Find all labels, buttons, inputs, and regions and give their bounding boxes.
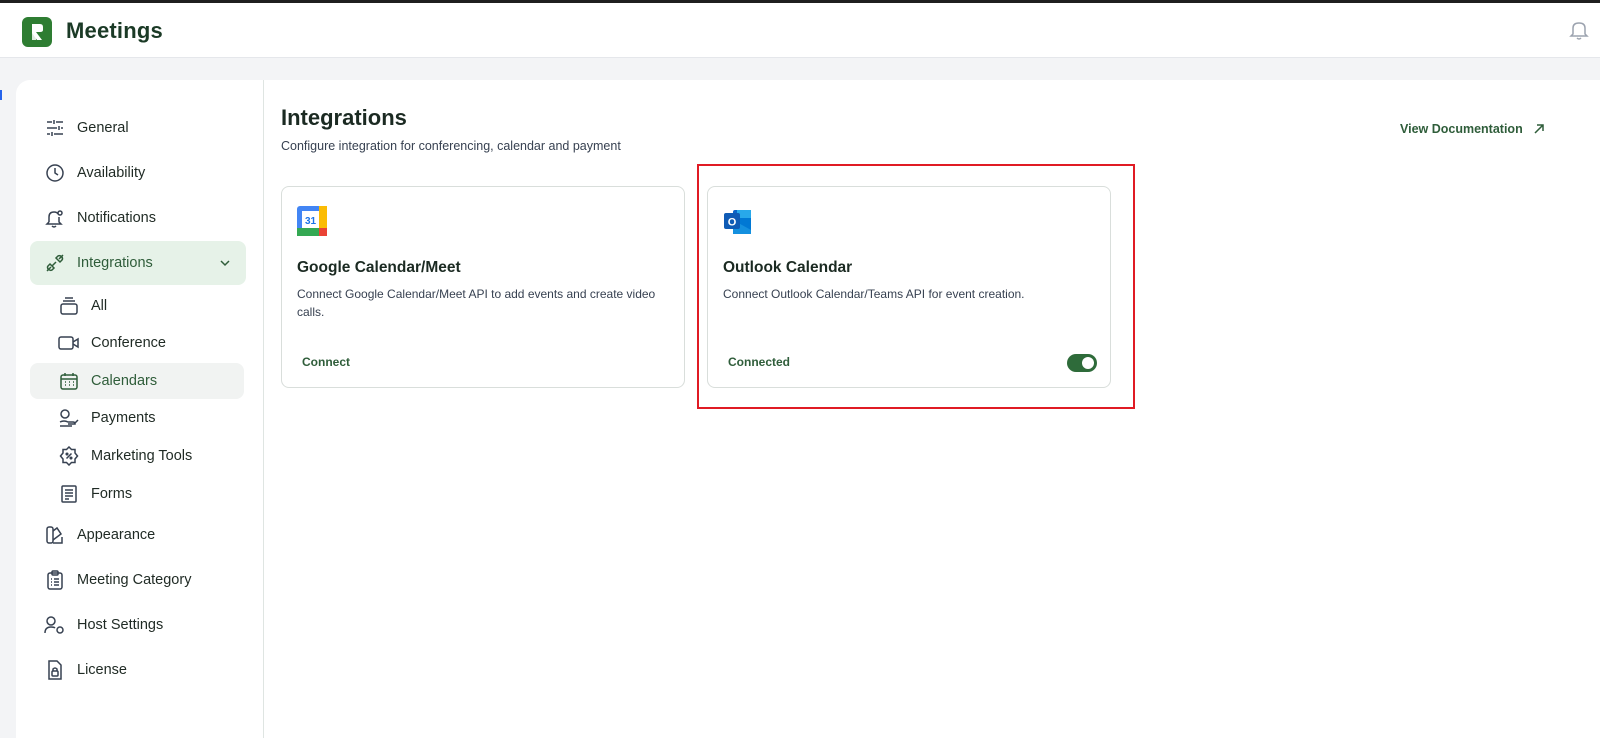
window-edge-marker: [0, 90, 2, 100]
submenu-item-label: Calendars: [91, 373, 158, 389]
connect-button[interactable]: Connect: [302, 355, 350, 369]
sidebar-item-label: General: [77, 120, 129, 136]
user-settings-icon: [44, 614, 66, 636]
view-documentation-link[interactable]: View Documentation: [1400, 122, 1545, 136]
sidebar-item-appearance[interactable]: Appearance: [30, 513, 246, 557]
sidebar-item-label: Availability: [77, 165, 146, 181]
svg-text:31: 31: [305, 216, 317, 227]
sidebar-item-label: Integrations: [77, 255, 153, 271]
google-calendar-icon: 31: [297, 206, 327, 236]
submenu-item-label: Marketing Tools: [91, 448, 193, 464]
page-title: Integrations: [281, 105, 407, 130]
sidebar-item-label: Host Settings: [77, 617, 164, 633]
chevron-down-icon[interactable]: [218, 256, 232, 270]
app-header: Meetings: [0, 3, 1600, 58]
sidebar-item-general[interactable]: General: [30, 106, 246, 150]
calendar-icon: [58, 370, 80, 392]
page-subtitle: Configure integration for conferencing, …: [281, 139, 621, 153]
submenu-item-forms[interactable]: Forms: [30, 476, 244, 512]
sidebar-item-label: Meeting Category: [77, 572, 192, 588]
sidebar-item-label: Notifications: [77, 210, 156, 226]
sidebar-item-host-settings[interactable]: Host Settings: [30, 603, 246, 647]
form-icon: [58, 483, 80, 505]
app-logo-icon: [22, 17, 52, 47]
video-icon: [58, 332, 80, 354]
outlook-icon: O: [723, 206, 753, 236]
sidebar-item-notifications[interactable]: Notifications: [30, 196, 246, 240]
sidebar-item-label: License: [77, 662, 127, 678]
svg-text:O: O: [728, 217, 737, 229]
sidebar-item-meeting-category[interactable]: Meeting Category: [30, 558, 246, 602]
lock-file-icon: [44, 659, 66, 681]
clock-icon: [44, 162, 66, 184]
submenu-item-label: All: [91, 298, 108, 314]
bell-icon: [44, 207, 66, 229]
notification-bell-icon[interactable]: [1568, 19, 1590, 41]
integration-card-outlook-calendar: O Outlook Calendar Connect Outlook Calen…: [707, 186, 1111, 388]
submenu-item-conference[interactable]: Conference: [30, 325, 244, 361]
toggle-knob: [1082, 357, 1094, 369]
integration-card-google-calendar: 31 Google Calendar/Meet Connect Google C…: [281, 186, 685, 388]
external-link-arrow-icon: [1534, 124, 1544, 134]
card-description: Connect Outlook Calendar/Teams API for e…: [723, 287, 1025, 301]
submenu-item-calendars[interactable]: Calendars: [30, 363, 244, 399]
submenu-item-marketing-tools[interactable]: Marketing Tools: [30, 438, 244, 474]
view-documentation-label: View Documentation: [1400, 122, 1523, 136]
sidebar-item-label: Appearance: [77, 527, 156, 543]
stack-icon: [58, 295, 80, 317]
palette-icon: [44, 524, 66, 546]
sidebar: General Availability Notifications Integ…: [16, 80, 264, 738]
outlook-connection-toggle[interactable]: [1067, 354, 1097, 372]
submenu-item-label: Payments: [91, 410, 156, 426]
connected-status: Connected: [728, 355, 791, 369]
plug-icon: [44, 252, 66, 274]
discount-icon: [58, 445, 80, 467]
submenu-item-payments[interactable]: Payments: [30, 400, 244, 436]
payment-icon: [58, 407, 80, 429]
card-description: Connect Google Calendar/Meet API to add …: [297, 287, 656, 319]
sidebar-item-availability[interactable]: Availability: [30, 151, 246, 195]
sidebar-item-license[interactable]: License: [30, 648, 246, 692]
submenu-item-label: Forms: [91, 486, 133, 502]
submenu-item-all[interactable]: All: [30, 288, 244, 324]
sidebar-item-integrations[interactable]: Integrations: [30, 241, 246, 285]
sliders-icon: [44, 117, 66, 139]
card-title: Outlook Calendar: [723, 259, 853, 276]
clipboard-icon: [44, 569, 66, 591]
submenu-item-label: Conference: [91, 335, 166, 351]
app-title: Meetings: [66, 18, 163, 43]
card-title: Google Calendar/Meet: [297, 259, 461, 276]
